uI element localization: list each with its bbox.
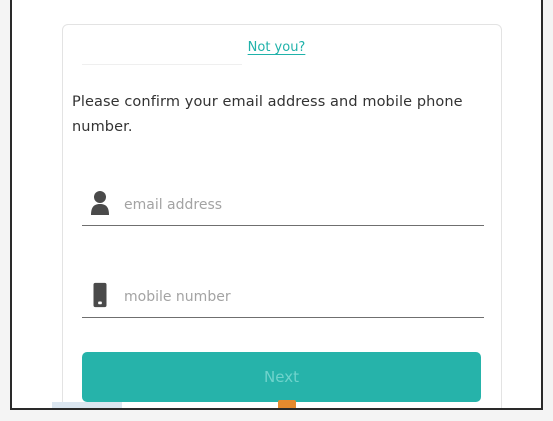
underlying-panel [52, 402, 122, 408]
person-icon [91, 191, 109, 215]
next-button[interactable]: Next [82, 352, 481, 402]
underlying-orange-badge [278, 400, 296, 408]
email-field[interactable] [82, 186, 484, 226]
app-frame: Not you? Please confirm your email addre… [10, 0, 543, 410]
divider [82, 64, 242, 65]
mobile-field[interactable] [82, 278, 484, 318]
email-input[interactable] [122, 188, 466, 222]
mobile-phone-icon [93, 282, 107, 308]
not-you-link[interactable]: Not you? [12, 40, 541, 55]
confirm-prompt: Please confirm your email address and mo… [72, 94, 463, 135]
mobile-input[interactable] [122, 280, 466, 314]
